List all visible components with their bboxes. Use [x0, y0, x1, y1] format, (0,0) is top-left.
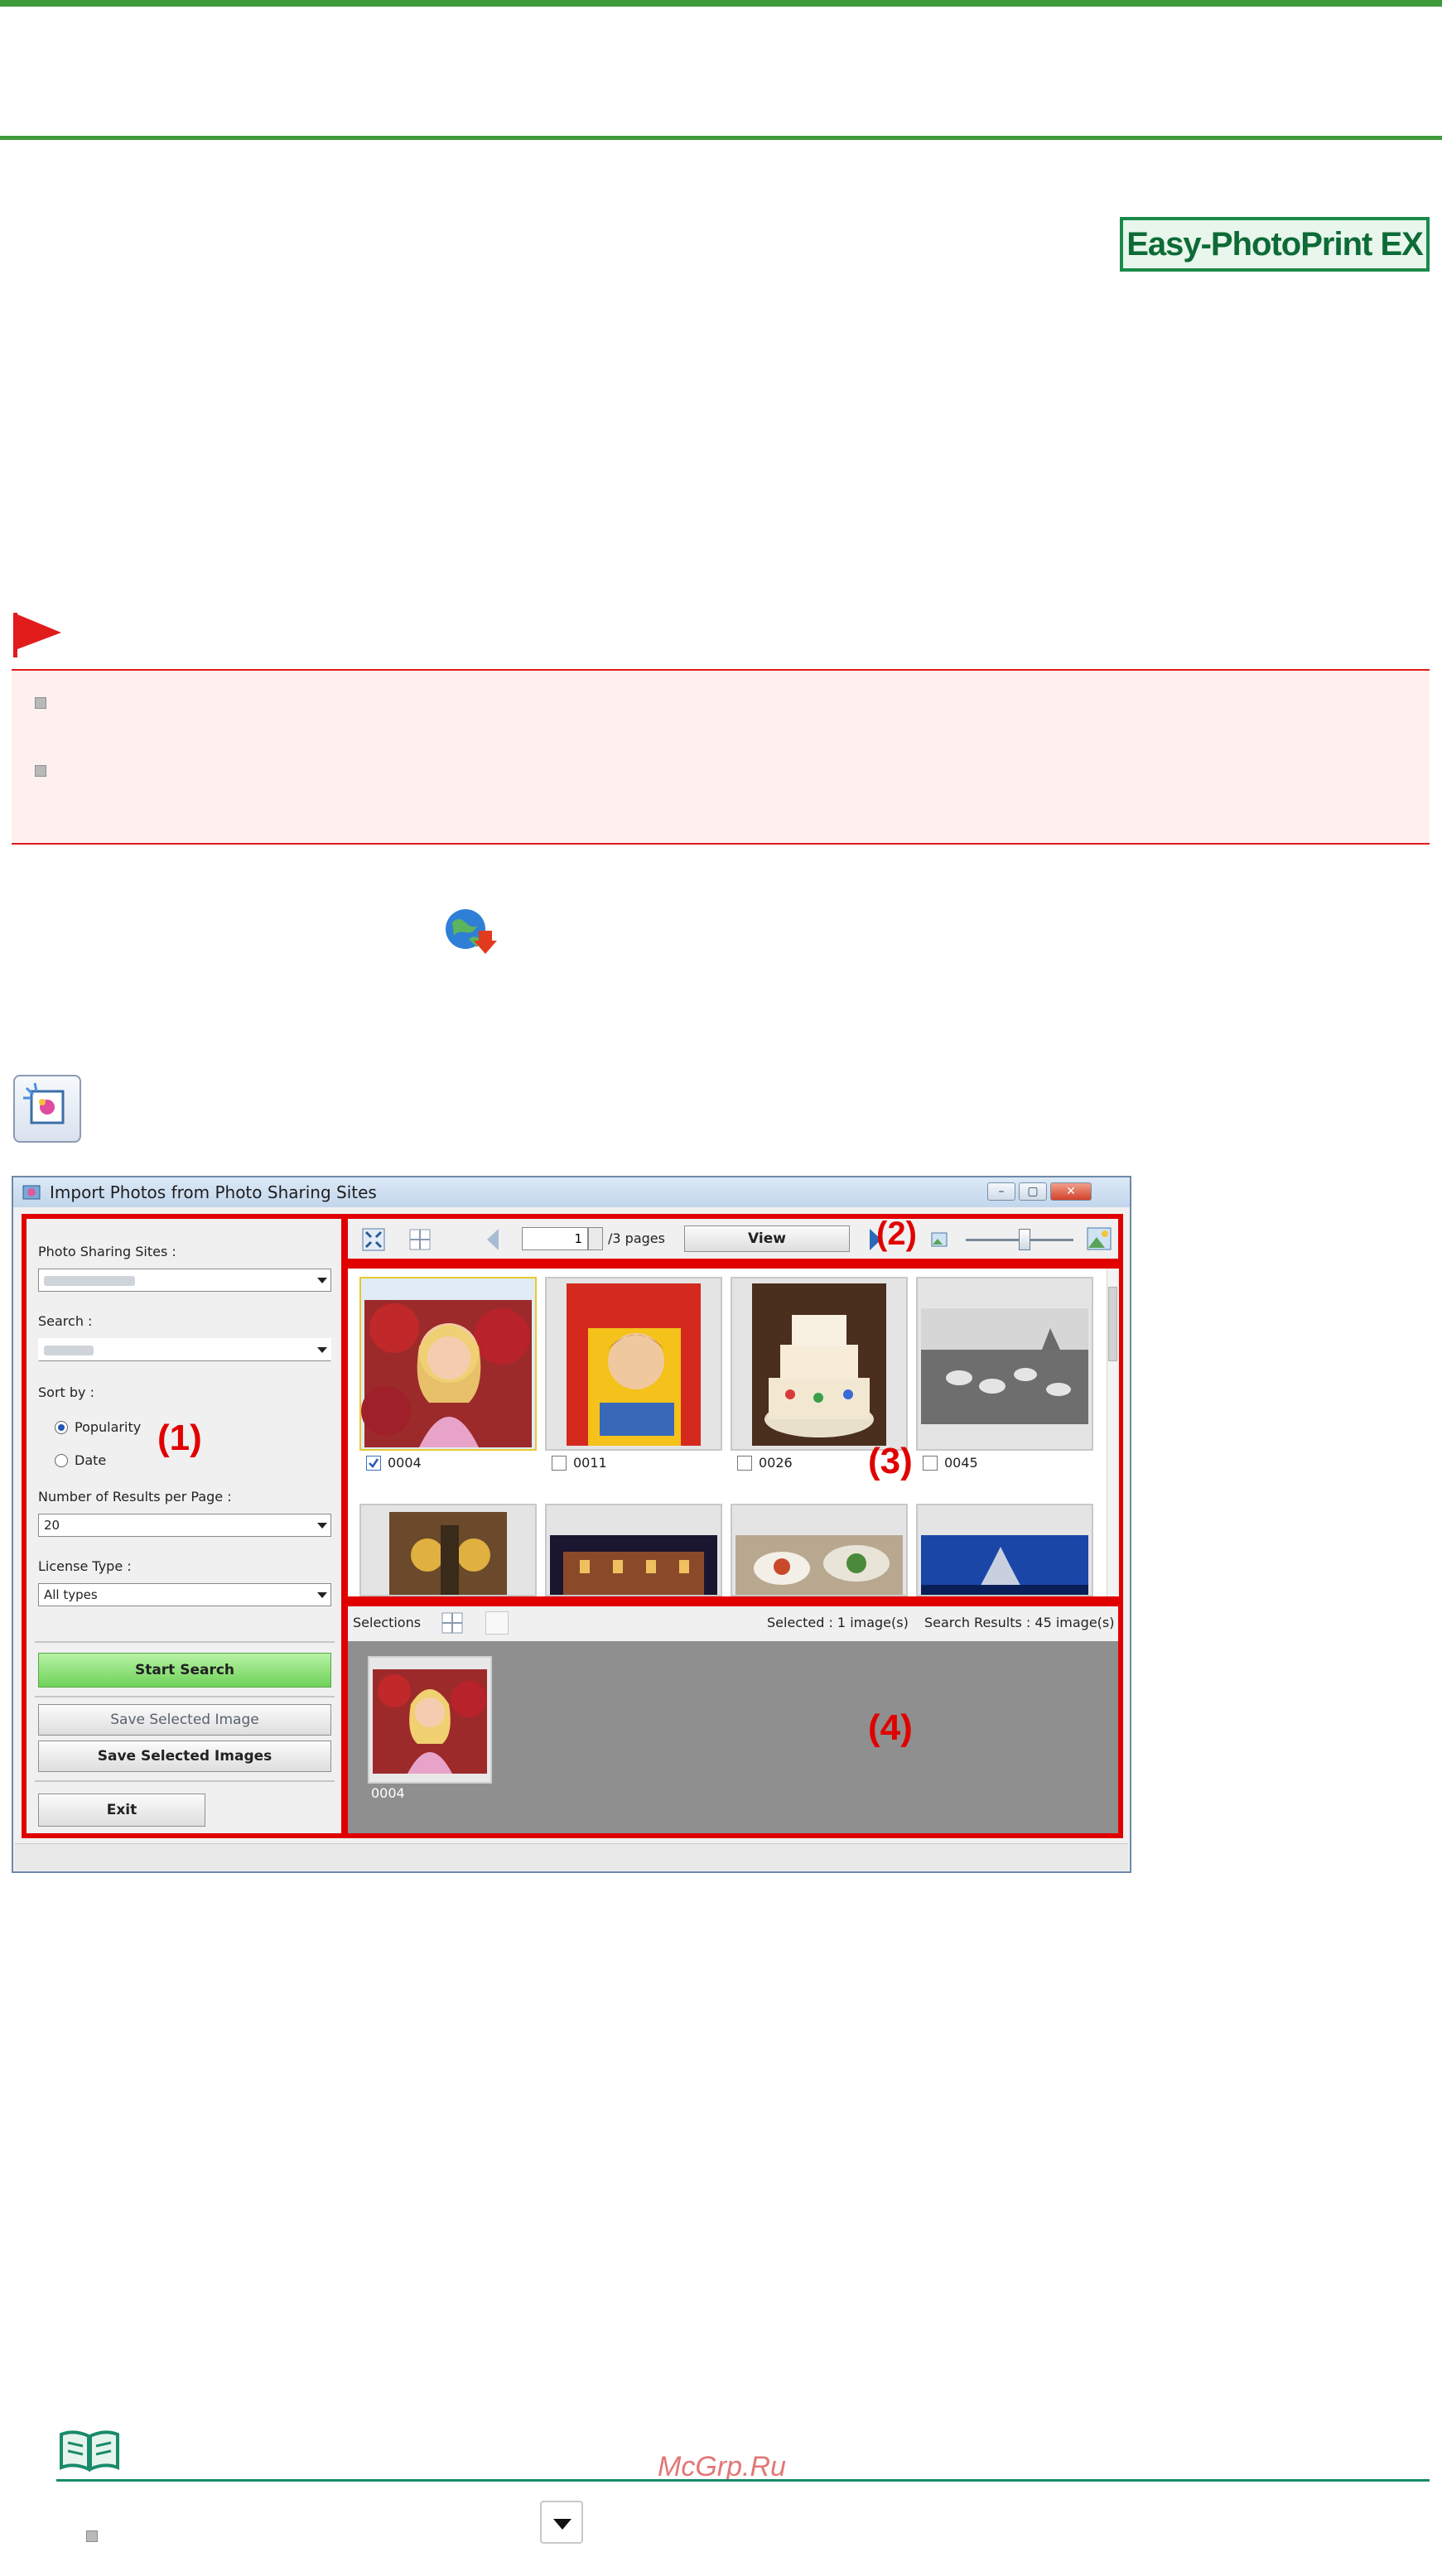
note-divider [56, 2479, 1430, 2482]
selection-thumb-0004[interactable] [368, 1656, 492, 1784]
callout-4: (4) [868, 1707, 913, 1748]
results-per-page-label: Number of Results per Page : [38, 1489, 232, 1505]
photo-sharing-sites-value [44, 1276, 135, 1286]
license-type-combo[interactable]: All types [38, 1583, 331, 1606]
thumbnail-0011[interactable]: 0011 [545, 1277, 722, 1471]
window-title: Import Photos from Photo Sharing Sites [50, 1182, 377, 1202]
callout-1: (1) [157, 1418, 202, 1458]
sort-date-radio[interactable] [55, 1454, 68, 1467]
thumbnail-0026-label: 0026 [759, 1455, 793, 1471]
start-search-button[interactable]: Start Search [38, 1653, 331, 1688]
results-per-page-combo[interactable]: 20 [38, 1514, 331, 1537]
pages-label: /3 pages [608, 1230, 665, 1246]
caution-box [12, 669, 1430, 845]
dropdown-arrow-icon [540, 2501, 583, 2544]
thumbnail-photo-girl [361, 1300, 532, 1447]
thumbnail-photo-castle [921, 1535, 1088, 1595]
minimize-button[interactable]: – [987, 1182, 1015, 1201]
note-book-icon [60, 2430, 119, 2472]
previous-page-icon[interactable] [484, 1227, 500, 1252]
page-number-input[interactable]: 1 [522, 1227, 588, 1250]
thumbnail-photo-cake [752, 1283, 886, 1446]
thumbnail-photo-church [389, 1512, 507, 1595]
status-bar [15, 1843, 1128, 1871]
thumbnail-row2-2[interactable] [545, 1504, 722, 1596]
note-bullet [86, 2530, 98, 2542]
caution-bullet-1 [35, 697, 46, 709]
fit-window-icon[interactable] [361, 1227, 386, 1252]
thumbnail-0011-label: 0011 [573, 1455, 607, 1471]
thumbnail-0011-checkbox[interactable] [552, 1456, 567, 1471]
grid-view-icon[interactable] [408, 1227, 432, 1252]
callout-2: (2) [876, 1216, 917, 1252]
thumbnail-0026[interactable]: 0026 [731, 1277, 908, 1471]
import-photos-icon[interactable] [13, 1075, 81, 1143]
sort-by-label: Sort by : [38, 1384, 94, 1400]
selection-thumb-label: 0004 [371, 1785, 405, 1801]
large-image-icon [1087, 1227, 1112, 1250]
save-selected-images-button[interactable]: Save Selected Images [38, 1741, 331, 1772]
caution-flag-icon [13, 613, 61, 657]
results-per-page-value: 20 [44, 1518, 60, 1533]
globe-download-icon [446, 909, 497, 954]
import-photos-window: Import Photos from Photo Sharing Sites –… [12, 1176, 1131, 2482]
zoom-slider-thumb[interactable] [1019, 1229, 1030, 1250]
thumbnail-photo-sheep [921, 1308, 1088, 1424]
thumbnail-row2-4[interactable] [916, 1504, 1093, 1596]
thumbnail-row2-3[interactable] [731, 1504, 908, 1596]
page-spinner[interactable] [588, 1227, 603, 1250]
close-button[interactable]: ✕ [1050, 1182, 1092, 1201]
license-type-value: All types [44, 1587, 98, 1602]
selections-grid-icon[interactable] [441, 1611, 464, 1635]
chevron-down-icon [317, 1592, 327, 1598]
chevron-down-icon [317, 1523, 327, 1529]
scrollbar-thumb[interactable] [1108, 1287, 1117, 1361]
thumbnail-row2-1[interactable] [359, 1504, 537, 1596]
chevron-down-icon [317, 1278, 327, 1283]
top-green-rule [0, 0, 1442, 7]
thumbnail-0004[interactable]: 0004 [359, 1277, 537, 1471]
thumbnail-0045-label: 0045 [944, 1455, 978, 1471]
check-mark-icon [369, 1458, 379, 1468]
save-selected-image-button[interactable]: Save Selected Image [38, 1704, 331, 1736]
exit-button[interactable]: Exit [38, 1794, 205, 1827]
thumbnail-0026-checkbox[interactable] [737, 1456, 752, 1471]
photo-sharing-sites-combo[interactable] [38, 1269, 331, 1292]
header-green-rule [0, 136, 1442, 140]
photo-sharing-sites-label: Photo Sharing Sites : [38, 1244, 176, 1259]
panel-divider-2 [35, 1696, 335, 1697]
search-value [44, 1346, 94, 1355]
caution-bullet-2 [35, 765, 46, 777]
panel-divider-3 [35, 1780, 335, 1782]
selection-photo-girl [373, 1669, 487, 1774]
callout-3: (3) [868, 1441, 913, 1481]
small-image-icon [931, 1232, 948, 1247]
window-app-icon [22, 1185, 41, 1200]
search-results-count: Search Results : 45 image(s) [924, 1615, 1115, 1630]
thumbnail-scrollbar[interactable] [1107, 1269, 1119, 1596]
thumbnail-photo-food [735, 1535, 903, 1595]
window-titlebar: Import Photos from Photo Sharing Sites –… [13, 1177, 1130, 1207]
selected-count: Selected : 1 image(s) [767, 1615, 909, 1630]
thumbnail-0045-checkbox[interactable] [923, 1456, 938, 1471]
sort-popularity-label: Popularity [75, 1419, 142, 1435]
selections-clear-icon[interactable] [485, 1611, 509, 1635]
search-combo[interactable] [38, 1338, 331, 1361]
selections-label: Selections [353, 1615, 422, 1630]
view-button[interactable]: View [684, 1225, 850, 1252]
easy-photoprint-ex-logo: Easy-PhotoPrint EX [1120, 217, 1430, 272]
search-label: Search : [38, 1313, 93, 1329]
chevron-down-icon [317, 1347, 327, 1353]
maximize-button[interactable]: ▢ [1019, 1182, 1047, 1201]
thumbnail-0004-label: 0004 [388, 1455, 422, 1471]
panel-divider [35, 1641, 335, 1643]
license-type-label: License Type : [38, 1558, 132, 1574]
sort-popularity-radio[interactable] [55, 1421, 68, 1434]
import-photos-icon-graphic [23, 1082, 65, 1124]
thumbnail-0004-checkbox[interactable] [366, 1456, 381, 1471]
sort-date-label: Date [75, 1452, 107, 1468]
thumbnail-photo-boy [567, 1283, 701, 1446]
thumbnail-0045[interactable]: 0045 [916, 1277, 1093, 1471]
thumbnail-photo-building [550, 1535, 717, 1595]
